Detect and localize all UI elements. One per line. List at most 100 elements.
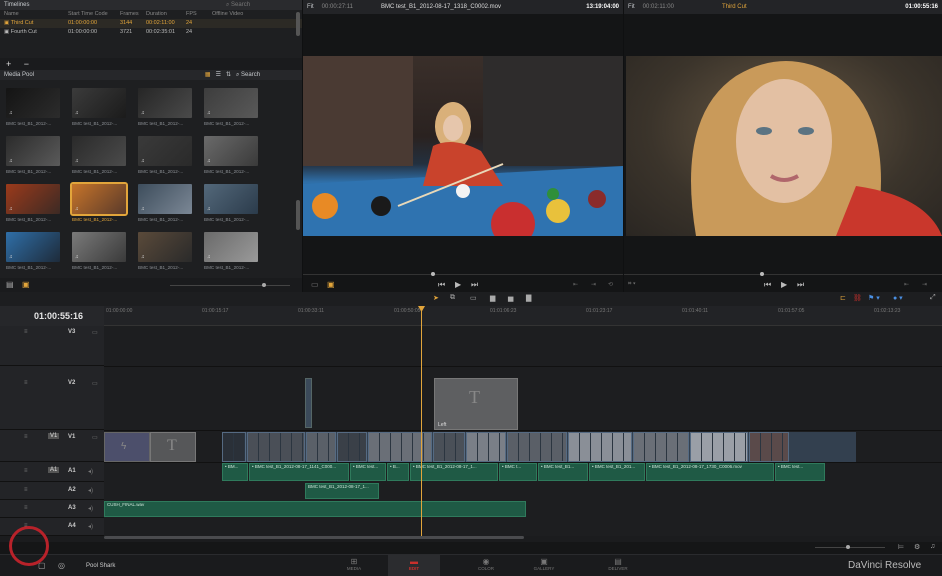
- timeline-scrollbar[interactable]: [104, 536, 524, 539]
- timeline-zoom-slider[interactable]: [815, 547, 885, 548]
- metadata-icon[interactable]: ▣: [22, 280, 30, 289]
- timelines-search[interactable]: ⌕ Search: [226, 0, 296, 10]
- speaker-icon[interactable]: ◂): [88, 487, 93, 494]
- timeline-in-icon[interactable]: ⇤: [904, 281, 909, 288]
- v1-video-clip[interactable]: [247, 432, 305, 462]
- track-source-badge[interactable]: A1: [48, 467, 60, 473]
- bins-icon[interactable]: ▤: [6, 280, 14, 289]
- col-name[interactable]: Name: [4, 10, 68, 19]
- speaker-icon[interactable]: ◂): [88, 505, 93, 512]
- page-tab-gallery[interactable]: ▣ GALLERY: [522, 555, 566, 576]
- timeline-viewer-name[interactable]: Third Cut: [722, 0, 747, 14]
- source-play-icon[interactable]: ▶: [455, 280, 461, 289]
- snapping-icon[interactable]: ⊏: [840, 294, 846, 302]
- media-clip-thumbnail[interactable]: ♫: [6, 232, 60, 262]
- v1-video-clip[interactable]: [466, 432, 506, 462]
- timeline-scrubber[interactable]: [624, 274, 942, 275]
- speaker-icon[interactable]: ◂): [88, 468, 93, 475]
- source-mark-icon[interactable]: ▭: [311, 280, 319, 289]
- a1-audio-clip[interactable]: • BMC test...: [775, 463, 825, 481]
- marker-icon[interactable]: ● ▾: [893, 294, 903, 302]
- speaker-icon[interactable]: ◂): [88, 523, 93, 530]
- media-clip-thumbnail[interactable]: ♫: [72, 232, 126, 262]
- source-clip-icon[interactable]: ▣: [327, 280, 335, 289]
- col-frames[interactable]: Frames: [120, 10, 146, 19]
- thumbnail-size-slider[interactable]: [170, 285, 290, 286]
- a1-audio-clip[interactable]: • B...: [387, 463, 409, 481]
- a1-audio-clip[interactable]: • BM...: [222, 463, 248, 481]
- track-lock-icon[interactable]: ≡: [24, 505, 28, 511]
- media-pool-scrollbar[interactable]: [296, 200, 300, 230]
- v1-video-clip[interactable]: [749, 432, 789, 462]
- music-icon[interactable]: ♫: [930, 543, 935, 550]
- source-playhead[interactable]: [431, 272, 435, 276]
- a1-audio-clip[interactable]: • BMC test_B1_201...: [589, 463, 645, 481]
- media-clip-thumbnail[interactable]: ♫: [6, 184, 60, 214]
- media-clip-thumbnail[interactable]: ♫: [138, 136, 192, 166]
- track-enable-icon[interactable]: ▭: [92, 329, 98, 336]
- timelines-scrollbar[interactable]: [296, 12, 300, 36]
- blade-tool-icon[interactable]: ▭: [470, 294, 477, 302]
- media-clip-thumbnail[interactable]: ♫: [138, 232, 192, 262]
- v1-video-clip[interactable]: [433, 432, 465, 462]
- list-view-icon[interactable]: ☰: [216, 70, 221, 80]
- track-lock-icon[interactable]: ≡: [24, 487, 28, 493]
- col-duration[interactable]: Duration: [146, 10, 186, 19]
- timeline-next-icon[interactable]: ⏭: [797, 280, 804, 290]
- insert-clip-icon[interactable]: ▆: [490, 294, 495, 302]
- media-clip-thumbnail[interactable]: ♫: [204, 136, 258, 166]
- zoom-fit-icon[interactable]: ⤢: [930, 294, 936, 302]
- timeline-prev-icon[interactable]: ⏮: [764, 280, 771, 290]
- source-out-icon[interactable]: ⇥: [591, 281, 596, 288]
- title-generator-clip[interactable]: T: [150, 432, 196, 462]
- a1-audio-clip[interactable]: • BMC test_B1_2012-08-17_1730_C0006.mov: [646, 463, 774, 481]
- flag-icon[interactable]: ⚑ ▾: [868, 294, 880, 302]
- v1-video-clip[interactable]: [368, 432, 432, 462]
- page-tab-media[interactable]: ⊞ MEDIA: [332, 555, 376, 576]
- col-start[interactable]: Start Time Code: [68, 10, 120, 19]
- track-enable-icon[interactable]: ▭: [92, 380, 98, 387]
- media-clip-thumbnail[interactable]: ♫: [204, 88, 258, 118]
- timeline-fit-menu[interactable]: Fit: [628, 0, 635, 14]
- timeline-zoom-handle[interactable]: [846, 545, 850, 549]
- source-scrubber[interactable]: [303, 274, 623, 275]
- title-clip[interactable]: T Left: [434, 378, 518, 430]
- page-tab-deliver[interactable]: ▤ DELIVER: [596, 555, 640, 576]
- v1-video-clip[interactable]: [337, 432, 367, 462]
- media-search-icon[interactable]: ⌕ Search: [236, 70, 296, 80]
- track-lock-icon[interactable]: ≡: [24, 380, 28, 386]
- v1-video-clip[interactable]: [633, 432, 689, 462]
- media-clip-thumbnail[interactable]: ♫: [204, 232, 258, 262]
- source-next-icon[interactable]: ⏭: [471, 280, 478, 290]
- media-clip-thumbnail[interactable]: ♫: [6, 88, 60, 118]
- track-enable-icon[interactable]: ▭: [92, 434, 98, 441]
- add-timeline-button[interactable]: +: [6, 59, 11, 69]
- a1-audio-clip[interactable]: • BMC test_B1_2012-08-17_1141_C000...: [249, 463, 349, 481]
- media-clip-thumbnail[interactable]: ♫: [6, 136, 60, 166]
- track-lock-icon[interactable]: ≡: [24, 468, 28, 474]
- v1-video-clip[interactable]: [222, 432, 246, 462]
- a1-audio-clip[interactable]: • BMC t...: [499, 463, 537, 481]
- media-search-input[interactable]: Search: [241, 72, 260, 78]
- v1-video-clip[interactable]: [690, 432, 748, 462]
- timeline-ruler[interactable]: 01:00:00:00 01:00:15:17 01:00:33:11 01:0…: [104, 306, 942, 326]
- media-clip-thumbnail[interactable]: ♫: [138, 88, 192, 118]
- track-source-badge[interactable]: V1: [48, 433, 60, 439]
- source-fit-menu[interactable]: Fit: [307, 0, 314, 14]
- overwrite-clip-icon[interactable]: ▅: [508, 294, 513, 302]
- grid-view-icon[interactable]: ▦: [205, 70, 211, 80]
- a3-music-clip[interactable]: CUSH_FINAL.wav: [104, 501, 526, 517]
- replace-clip-icon[interactable]: ▇: [526, 294, 531, 302]
- transition-clip[interactable]: ϟ: [104, 432, 150, 462]
- remove-timeline-button[interactable]: −: [24, 59, 29, 69]
- a1-audio-clip[interactable]: • BMC test_B1...: [538, 463, 588, 481]
- a2-clip[interactable]: BMC test_B1_2012-08-17_1...: [305, 483, 379, 499]
- timeline-row[interactable]: ▣ Third Cut 01:00:00:00 3144 00:02:11:00…: [0, 19, 302, 28]
- timeline-play-icon[interactable]: ▶: [781, 280, 787, 289]
- track-lock-icon[interactable]: ≡: [24, 434, 28, 440]
- linked-selection-icon[interactable]: ⛓: [853, 294, 862, 302]
- selection-tool-icon[interactable]: ➤: [433, 294, 439, 302]
- media-clip-thumbnail[interactable]: ♫: [138, 184, 192, 214]
- source-loop-icon[interactable]: ⟲: [608, 281, 613, 288]
- trim-tool-icon[interactable]: ⧉: [450, 294, 455, 302]
